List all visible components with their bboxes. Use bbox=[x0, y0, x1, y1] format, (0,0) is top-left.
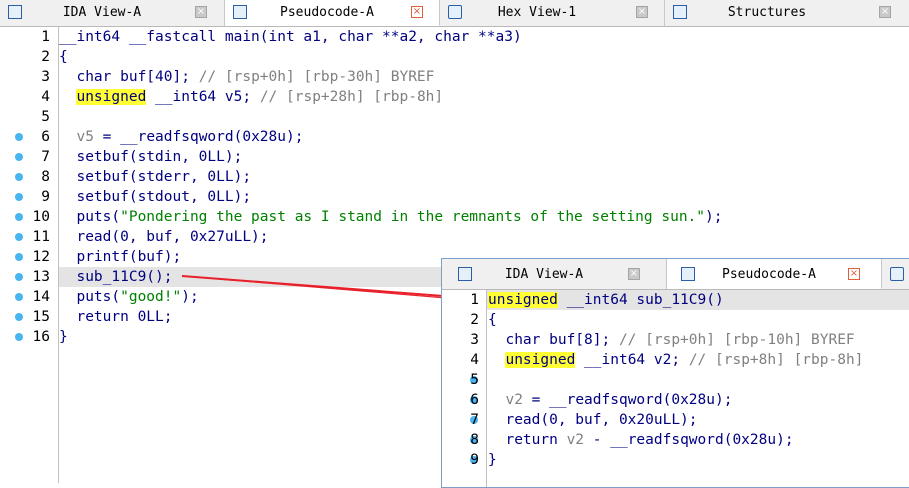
comment-token: // [rsp+0h] [rbp-10h] BYREF bbox=[618, 332, 855, 348]
code-token: __int64 sub_11C9() bbox=[557, 292, 724, 308]
code-token: char buf[8]; bbox=[488, 332, 619, 348]
comment-token: // [rsp+8h] [rbp-8h] bbox=[688, 352, 864, 368]
keyword-token: unsigned bbox=[488, 292, 558, 308]
line-number: 8 bbox=[470, 432, 479, 448]
close-icon[interactable]: × bbox=[848, 268, 860, 280]
code-line[interactable]: read(0, buf, 0x20uLL); bbox=[488, 410, 698, 430]
hex-view-icon bbox=[890, 267, 904, 281]
tab-label: Pseudocode-A bbox=[722, 267, 816, 282]
tab-label: IDA View-A bbox=[504, 267, 584, 282]
line-number: 7 bbox=[470, 412, 479, 428]
popup-tab-bar: IDA View-A × Pseudocode-A × bbox=[442, 259, 909, 290]
code-line[interactable]: v2 = __readfsqword(0x28u); bbox=[488, 390, 732, 410]
keyword-token: unsigned bbox=[505, 352, 576, 368]
line-number: 4 bbox=[470, 352, 479, 368]
arrow-shaft bbox=[181, 275, 471, 301]
line-number: 1 bbox=[470, 292, 479, 308]
code-line[interactable]: unsigned __int64 v2; // [rsp+8h] [rbp-8h… bbox=[488, 350, 863, 370]
graph-view-icon bbox=[458, 267, 472, 281]
popup-pseudocode-view[interactable]: 1 unsigned __int64 sub_11C9() 2 {3 char buf… bbox=[442, 290, 909, 487]
code-token: return bbox=[488, 432, 567, 448]
code-token: } bbox=[488, 452, 497, 468]
code-token: = __readfsqword(0x28u); bbox=[522, 392, 733, 408]
code-line[interactable]: } bbox=[488, 450, 497, 470]
code-line[interactable]: return v2 - __readfsqword(0x28u); bbox=[488, 430, 794, 450]
line-number: 3 bbox=[470, 332, 479, 348]
code-token: { bbox=[488, 312, 497, 328]
line-number: 6 bbox=[470, 392, 479, 408]
line-number: 5 bbox=[470, 372, 479, 388]
popup-pseudocode-window: IDA View-A × Pseudocode-A × 1 unsigned __… bbox=[441, 258, 909, 488]
code-token: read(0, buf, 0x20uLL); bbox=[488, 412, 698, 428]
line-number: 2 bbox=[470, 312, 479, 328]
tab-pseudocode-a[interactable]: Pseudocode-A × bbox=[667, 259, 882, 289]
code-token: - __readfsqword(0x28u); bbox=[584, 432, 794, 448]
code-token: __int64 v2; bbox=[575, 352, 689, 368]
line-number: 9 bbox=[470, 452, 479, 468]
close-icon[interactable]: × bbox=[628, 268, 640, 280]
code-line[interactable]: { bbox=[488, 310, 497, 330]
pseudocode-icon bbox=[681, 267, 695, 281]
variable-token: v2 bbox=[566, 432, 585, 448]
code-line[interactable]: unsigned __int64 sub_11C9() bbox=[488, 290, 724, 310]
code-line[interactable]: char buf[8]; // [rsp+0h] [rbp-10h] BYREF bbox=[488, 330, 855, 350]
tab-overflow[interactable] bbox=[882, 259, 909, 289]
tab-ida-view-a[interactable]: IDA View-A × bbox=[442, 259, 667, 289]
variable-token: v2 bbox=[505, 392, 523, 408]
